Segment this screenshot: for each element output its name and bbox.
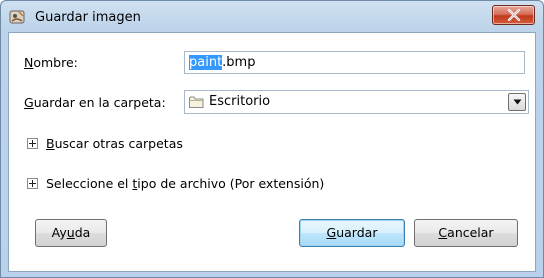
title-bar[interactable]: Guardar imagen <box>1 1 543 35</box>
expand-plus-icon <box>27 138 38 149</box>
folder-value: Escritorio <box>209 94 271 109</box>
close-icon <box>507 9 521 21</box>
selected-text: paint <box>189 55 223 70</box>
folder-label: Guardar en la carpeta: <box>24 95 166 110</box>
expand-plus-icon <box>27 178 38 189</box>
folder-icon <box>189 96 204 111</box>
chevron-down-icon <box>513 99 522 105</box>
file-name-input[interactable]: paint.bmp <box>184 51 525 74</box>
file-type-label: Seleccione el tipo de archivo (Por exten… <box>46 176 325 191</box>
name-label: Nombre: <box>24 55 78 70</box>
dialog-content: Nombre: paint.bmp Guardar en la carpeta:… <box>8 32 536 272</box>
close-button[interactable] <box>492 5 535 25</box>
file-type-expander[interactable]: Seleccione el tipo de archivo (Por exten… <box>27 176 427 192</box>
window-title: Guardar imagen <box>35 10 141 25</box>
help-button[interactable]: Ayuda <box>35 219 107 247</box>
browse-folders-expander[interactable]: Buscar otras carpetas <box>27 136 427 152</box>
cancel-button[interactable]: Cancelar <box>414 219 518 247</box>
gimp-app-icon <box>9 9 25 25</box>
save-image-dialog: Guardar imagen Nombre: paint.bmp Guardar… <box>0 0 544 278</box>
file-extension-text: .bmp <box>222 55 256 70</box>
save-button[interactable]: Guardar <box>299 219 405 247</box>
folder-select[interactable]: Escritorio <box>184 90 529 114</box>
browse-folders-label: Buscar otras carpetas <box>46 136 183 151</box>
folder-dropdown-button[interactable] <box>508 93 526 111</box>
